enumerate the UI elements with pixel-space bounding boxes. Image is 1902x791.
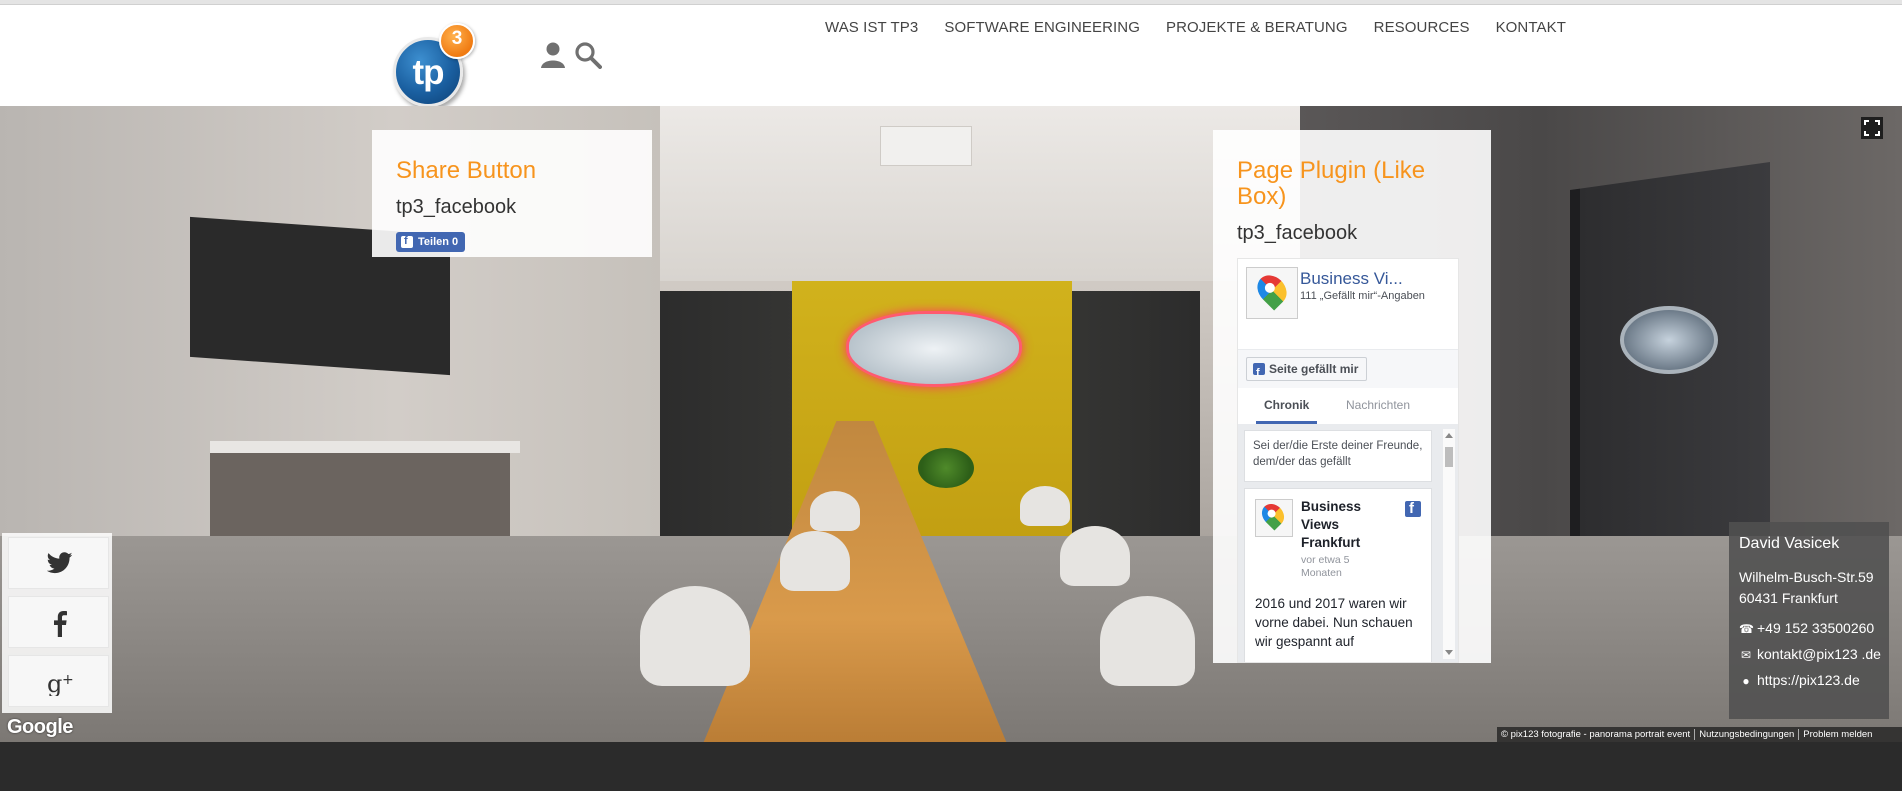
pano-plant — [918, 448, 974, 488]
pano-chair — [780, 531, 850, 591]
fb-feed[interactable]: Sei der/die Erste deiner Freunde, dem/de… — [1238, 424, 1458, 662]
svg-text:+: + — [62, 672, 74, 688]
contact-email: kontakt@pix123 .de — [1757, 646, 1881, 662]
pano-neon-mirror — [846, 311, 1022, 387]
phone-icon: ☎ — [1739, 622, 1754, 636]
map-pin-icon — [1251, 269, 1293, 311]
main-nav: WAS IST TP3 SOFTWARE ENGINEERING PROJEKTE … — [825, 19, 1592, 49]
fb-post-text: 2016 und 2017 waren wir vorne dabei. Nun… — [1255, 596, 1413, 649]
widget-title: Share Button — [396, 157, 537, 184]
share-button-label: Teilen 0 — [418, 236, 459, 248]
scroll-up-arrow-icon[interactable] — [1445, 433, 1453, 438]
fb-like-page-button[interactable]: Seite gefällt mir — [1246, 357, 1368, 384]
facebook-icon[interactable] — [1405, 500, 1421, 517]
share-button-widget: Share Button tp3_facebook f Teilen 0 — [372, 130, 652, 257]
twitter-share-button[interactable] — [8, 537, 109, 589]
pano-chair — [1060, 526, 1130, 586]
map-pin-icon — [1257, 499, 1289, 531]
facebook-icon: f — [401, 235, 413, 248]
pano-chair — [640, 586, 750, 686]
copyright-link[interactable]: © pix123 fotografie - panorama portrait … — [1497, 729, 1696, 740]
pano-chair — [1020, 486, 1070, 526]
pano-projector — [880, 126, 972, 166]
fb-friends-note: Sei der/die Erste deiner Freunde, dem/de… — [1253, 440, 1423, 468]
scroll-down-arrow-icon[interactable] — [1445, 650, 1453, 655]
envelope-icon: ✉ — [1740, 648, 1752, 662]
contact-street: Wilhelm-Busch-Str.59 — [1739, 569, 1874, 585]
contact-box: David Vasicek Wilhelm-Busch-Str.59 60431… — [1729, 522, 1889, 719]
pano-door-window — [1620, 306, 1718, 374]
tp3-logo[interactable]: tp 3 — [391, 23, 481, 107]
widget-title: Page Plugin (Like Box) — [1237, 157, 1426, 210]
pano-countertop — [210, 441, 520, 453]
widget-subtitle: tp3_facebook — [1237, 222, 1358, 244]
social-share-bar: g + — [2, 533, 112, 713]
fb-post-time[interactable]: vor etwa 5 Monaten — [1301, 554, 1381, 580]
fb-page-name[interactable]: Business Vi... — [1300, 269, 1450, 289]
contact-address: Wilhelm-Busch-Str.59 60431 Frankfurt — [1739, 567, 1874, 609]
site-header: tp 3 WAS IST TP3 SOFTWARE ENGINEERING PROJ… — [0, 5, 1902, 107]
logo-text: tp — [412, 53, 444, 92]
fb-like-button-label: Seite gefällt mir — [1269, 362, 1359, 376]
google-plus-share-button[interactable]: g + — [8, 655, 109, 707]
facebook-page-plugin: Business Vi... 111 „Gefällt mir“-Angaben… — [1237, 258, 1459, 663]
search-icon[interactable] — [574, 41, 602, 69]
svg-text:g: g — [47, 670, 62, 696]
contact-phone-row[interactable]: ☎ +49 152 33500260 — [1739, 620, 1874, 636]
google-logo: Google — [7, 716, 73, 738]
fullscreen-button[interactable] — [1861, 117, 1883, 139]
fb-post-author[interactable]: Business Views Frankfurt — [1301, 498, 1381, 552]
fb-page-avatar[interactable] — [1246, 267, 1298, 319]
scrollbar-thumb[interactable] — [1445, 447, 1453, 467]
page-footer — [0, 742, 1902, 791]
report-problem-link[interactable]: Problem melden — [1799, 729, 1876, 740]
globe-icon: ● — [1742, 674, 1750, 688]
fb-friends-note-card: Sei der/die Erste deiner Freunde, dem/de… — [1244, 430, 1432, 482]
facebook-icon — [54, 611, 67, 637]
pano-chair — [1100, 596, 1195, 686]
contact-email-row[interactable]: ✉ kontakt@pix123 .de — [1739, 646, 1881, 662]
fb-post-avatar[interactable] — [1255, 499, 1293, 537]
nav-projekte-beratung[interactable]: PROJEKTE & BERATUNG — [1166, 19, 1348, 36]
logo-badge-text: 3 — [451, 28, 463, 49]
facebook-icon — [1253, 362, 1265, 384]
contact-website: https://pix123.de — [1757, 672, 1860, 688]
google-plus-icon: g + — [47, 670, 74, 696]
widget-subtitle: tp3_facebook — [396, 196, 517, 218]
fb-tabs: Chronik Nachrichten — [1238, 388, 1458, 425]
pano-chair — [810, 491, 860, 531]
nav-kontakt[interactable]: KONTAKT — [1496, 19, 1566, 36]
logo-badge: 3 — [439, 23, 475, 59]
panorama-viewer[interactable] — [0, 106, 1902, 742]
tab-nachrichten[interactable]: Nachrichten — [1346, 398, 1410, 412]
fb-action-bar: Seite gefällt mir — [1238, 349, 1458, 388]
nav-was-ist-tp3[interactable]: WAS IST TP3 — [825, 19, 918, 36]
nav-software-engineering[interactable]: SOFTWARE ENGINEERING — [944, 19, 1140, 36]
terms-link[interactable]: Nutzungsbedingungen — [1695, 729, 1800, 740]
fb-feed-scrollbar[interactable] — [1443, 429, 1455, 659]
nav-resources[interactable]: RESOURCES — [1374, 19, 1470, 36]
facebook-share-button[interactable]: f Teilen 0 — [396, 232, 465, 252]
contact-city: 60431 Frankfurt — [1739, 590, 1838, 606]
tab-chronik[interactable]: Chronik — [1255, 398, 1318, 424]
contact-name: David Vasicek — [1739, 535, 1840, 552]
twitter-icon — [47, 552, 73, 574]
pano-footer-links: © pix123 fotografie - panorama portrait … — [1497, 727, 1902, 742]
fb-like-count: 111 „Gefällt mir“-Angaben — [1300, 290, 1425, 302]
contact-phone: +49 152 33500260 — [1757, 620, 1875, 636]
contact-web-row[interactable]: ● https://pix123.de — [1739, 672, 1860, 688]
fb-page-header: Business Vi... 111 „Gefällt mir“-Angaben — [1238, 259, 1458, 349]
fb-post-card: Business Views Frankfurt vor etwa 5 Mona… — [1244, 488, 1432, 662]
facebook-share-link[interactable] — [8, 596, 109, 648]
user-icon[interactable] — [540, 41, 568, 69]
